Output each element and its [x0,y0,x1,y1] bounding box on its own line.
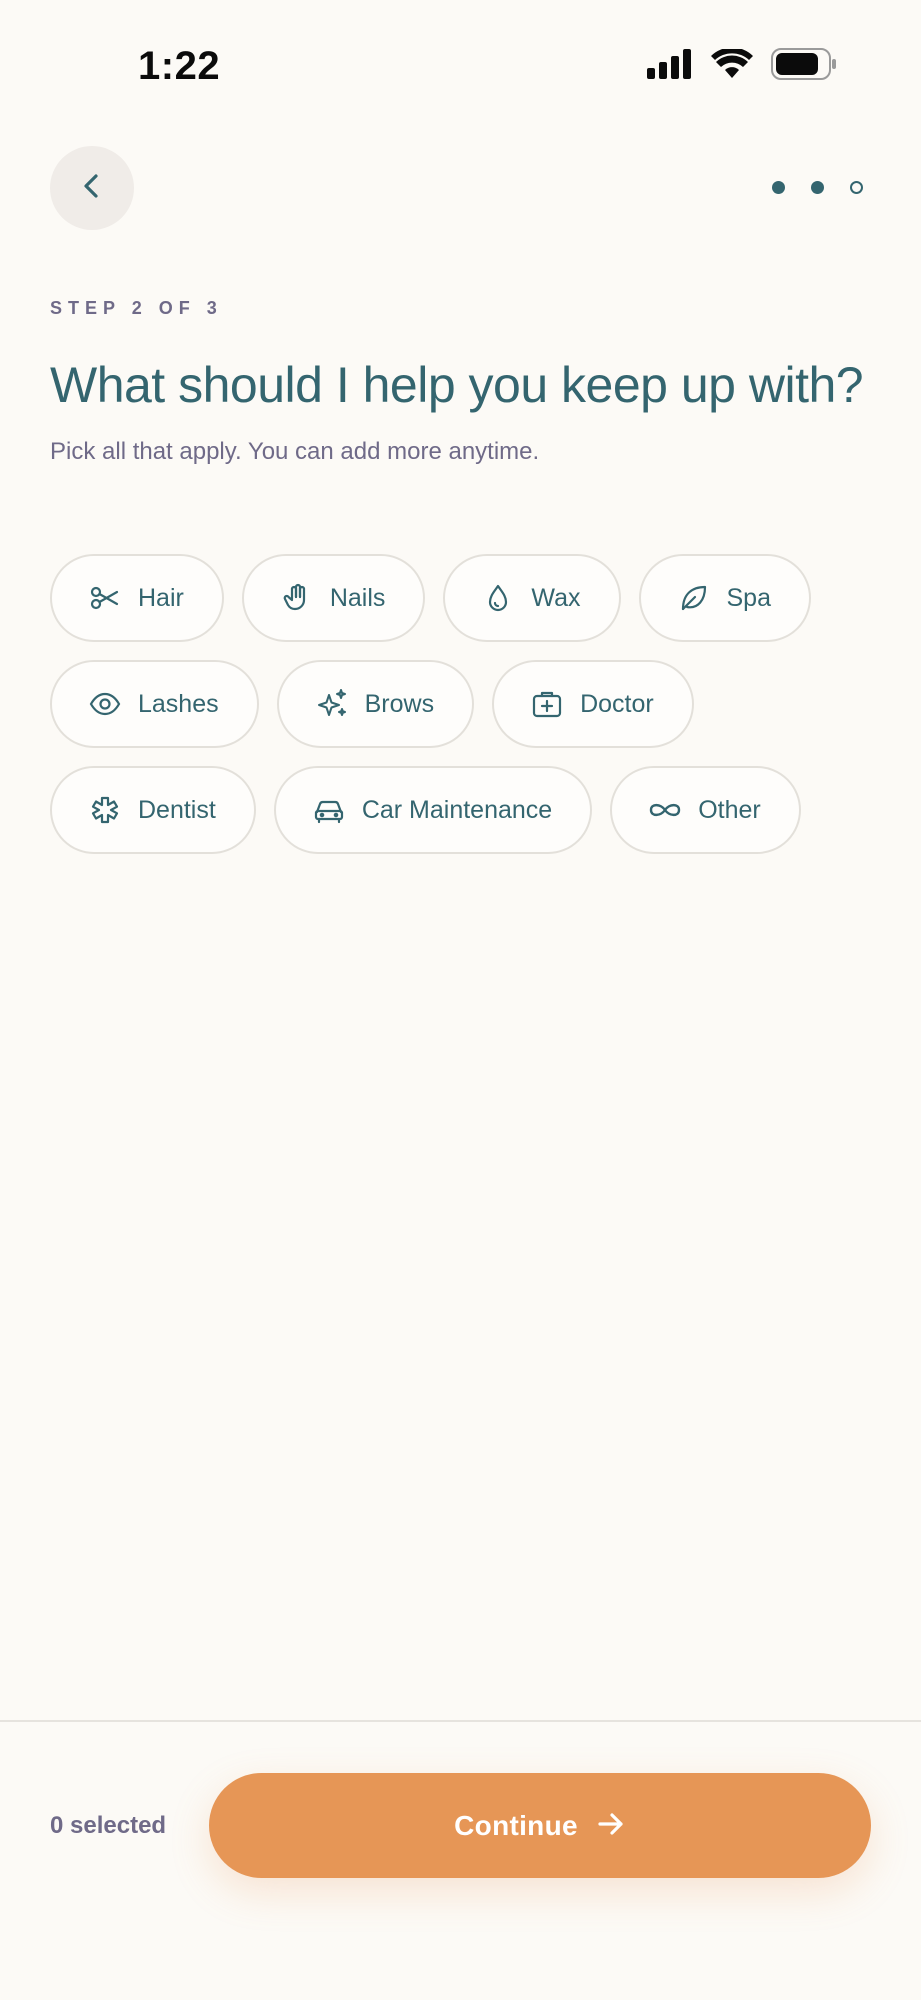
progress-dot-filled [811,181,824,194]
page-title: What should I help you keep up with? [50,357,864,413]
scissors-icon [88,581,122,615]
medical-kit-icon [530,687,564,721]
wifi-icon [711,49,753,79]
leaf-icon [677,581,711,615]
selected-count: 0 selected [50,1812,167,1839]
status-time: 1:22 [138,44,221,88]
asterisk-icon [88,793,122,827]
chevron-left-icon [77,171,107,206]
droplet-icon [481,581,515,615]
chip-label: Car Maintenance [361,795,553,824]
page-subtitle: Pick all that apply. You can add more an… [50,438,540,465]
infinity-icon [648,793,682,827]
chip-label: Other [698,795,761,824]
chip-label: Brows [364,689,435,718]
chip-brows[interactable]: Brows [276,660,475,748]
chip-label: Hair [138,583,184,612]
chip-wax[interactable]: Wax [443,554,621,642]
bottom-divider [0,1720,921,1722]
arrow-right-icon [596,1809,626,1842]
battery-icon [771,48,837,80]
chip-label: Lashes [138,689,219,718]
status-icons [647,48,837,80]
chip-doctor[interactable]: Doctor [492,660,694,748]
progress-dots [772,181,863,194]
chip-hair[interactable]: Hair [50,554,224,642]
chip-other[interactable]: Other [610,766,801,854]
chip-label: Nails [329,583,386,612]
progress-dot-empty [850,181,863,194]
chip-label: Wax [531,583,581,612]
chip-label: Spa [726,583,771,612]
chip-spa[interactable]: Spa [638,554,811,642]
chip-label: Dentist [138,795,216,824]
chip-nails[interactable]: Nails [241,554,426,642]
chip-label: Doctor [580,689,654,718]
sparkles-icon [315,687,349,721]
step-label: STEP 2 OF 3 [50,298,223,318]
back-button[interactable] [50,146,134,230]
eye-icon [88,687,122,721]
cellular-signal-icon [647,49,693,79]
continue-label: Continue [454,1809,578,1841]
continue-button[interactable]: Continue [209,1773,871,1878]
chip-car-maintenance[interactable]: Car Maintenance [273,766,593,854]
progress-dot-filled [772,181,785,194]
chip-lashes[interactable]: Lashes [50,660,259,748]
chip-dentist[interactable]: Dentist [50,766,256,854]
category-chip-list: Hair Nails Wax Spa Lashes Brows Doctor D… [50,554,870,854]
screen: 1:22 STEP 2 OF 3 What should I help you … [0,0,921,2000]
hand-icon [280,581,314,615]
car-icon [312,793,346,827]
